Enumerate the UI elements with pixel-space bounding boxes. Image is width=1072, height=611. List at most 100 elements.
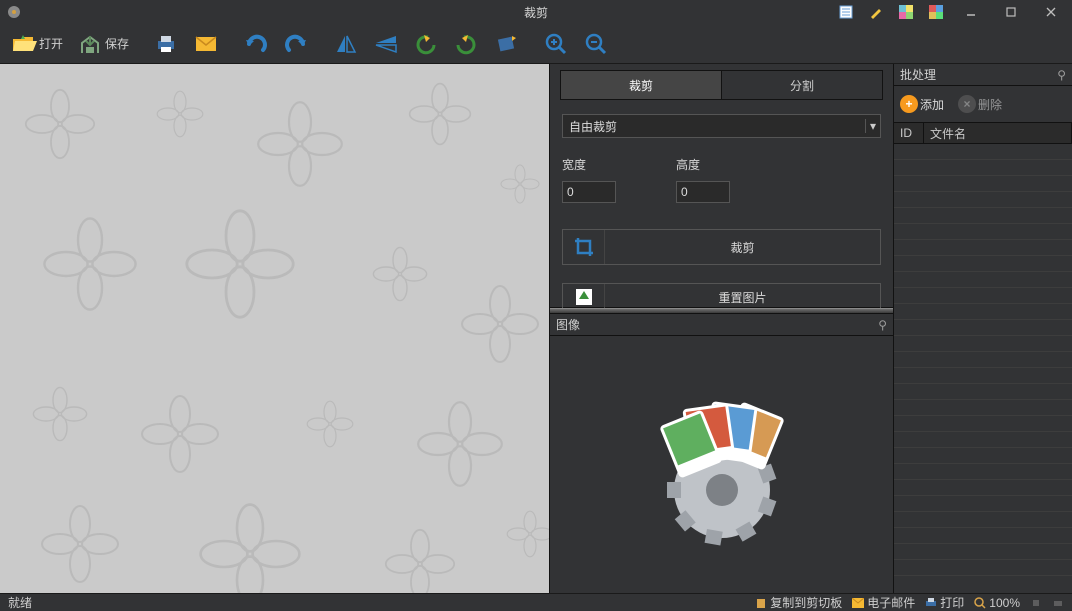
undo-button[interactable] bbox=[238, 28, 274, 60]
crop-mode-value: 自由裁剪 bbox=[569, 118, 617, 135]
rotate-free-icon bbox=[493, 31, 519, 57]
status-bar: 就绪 复制到剪切板 电子邮件 打印 100% bbox=[0, 593, 1072, 611]
status-print-button[interactable]: 打印 bbox=[925, 594, 964, 611]
tab-crop[interactable]: 裁剪 bbox=[561, 71, 722, 99]
status-email-button[interactable]: 电子邮件 bbox=[852, 594, 915, 611]
table-row bbox=[894, 272, 1072, 288]
title-bar: 裁剪 bbox=[0, 0, 1072, 24]
status-zoom-value: 100% bbox=[989, 596, 1020, 610]
image-thumbnail-area[interactable] bbox=[550, 336, 893, 593]
open-label: 打开 bbox=[39, 35, 63, 52]
zoom-in-icon bbox=[543, 31, 569, 57]
batch-add-button[interactable]: + 添加 bbox=[900, 95, 944, 113]
table-row bbox=[894, 480, 1072, 496]
table-row bbox=[894, 384, 1072, 400]
close-button[interactable] bbox=[1038, 3, 1064, 21]
rotate-left-button[interactable] bbox=[408, 28, 444, 60]
zoom-in-button[interactable] bbox=[538, 28, 574, 60]
table-row bbox=[894, 368, 1072, 384]
table-row bbox=[894, 320, 1072, 336]
table-row bbox=[894, 176, 1072, 192]
crop-icon bbox=[563, 230, 605, 264]
maximize-button[interactable] bbox=[998, 3, 1024, 21]
save-button[interactable]: 保存 bbox=[72, 28, 134, 60]
crop-button[interactable]: 裁剪 bbox=[562, 229, 881, 265]
rotate-right-icon bbox=[453, 31, 479, 57]
status-zoom[interactable]: 100% bbox=[974, 596, 1020, 610]
table-row bbox=[894, 496, 1072, 512]
printer-icon bbox=[153, 31, 179, 57]
email-button[interactable] bbox=[188, 28, 224, 60]
image-panel-title: 图像 bbox=[556, 316, 580, 333]
main-toolbar: 打开 保存 bbox=[0, 24, 1072, 64]
status-copy-button[interactable]: 复制到剪切板 bbox=[755, 594, 842, 611]
note-icon[interactable] bbox=[838, 4, 854, 20]
printer-icon bbox=[925, 597, 937, 608]
crop-button-label: 裁剪 bbox=[605, 230, 880, 264]
table-row bbox=[894, 432, 1072, 448]
redo-button[interactable] bbox=[278, 28, 314, 60]
palette-large-icon[interactable] bbox=[928, 4, 944, 20]
table-row bbox=[894, 256, 1072, 272]
table-row bbox=[894, 400, 1072, 416]
crop-panel: 自由裁剪 ▾ 宽度 高度 裁剪 重置图片 bbox=[550, 100, 893, 308]
reset-image-button[interactable]: 重置图片 bbox=[562, 283, 881, 311]
batch-remove-label: 删除 bbox=[978, 96, 1002, 113]
width-input[interactable] bbox=[562, 181, 616, 203]
save-icon bbox=[77, 31, 103, 57]
col-filename[interactable]: 文件名 bbox=[924, 123, 1072, 143]
main-area: 裁剪 分割 自由裁剪 ▾ 宽度 高度 裁剪 bbox=[0, 64, 1072, 593]
pin-icon[interactable]: ⚲ bbox=[1057, 68, 1066, 82]
pin-icon[interactable]: ⚲ bbox=[878, 318, 887, 332]
window-title: 裁剪 bbox=[524, 4, 548, 21]
magnifier-icon bbox=[974, 597, 986, 609]
batch-remove-button[interactable]: × 删除 bbox=[958, 95, 1002, 113]
flip-v-icon bbox=[373, 31, 399, 57]
open-button[interactable]: 打开 bbox=[6, 28, 68, 60]
side-panel: 裁剪 分割 自由裁剪 ▾ 宽度 高度 裁剪 bbox=[549, 64, 894, 593]
batch-table-body[interactable] bbox=[894, 144, 1072, 593]
rotate-free-button[interactable] bbox=[488, 28, 524, 60]
batch-add-label: 添加 bbox=[920, 96, 944, 113]
batch-title: 批处理 bbox=[900, 66, 936, 83]
crop-split-tabs: 裁剪 分割 bbox=[560, 70, 883, 100]
table-row bbox=[894, 512, 1072, 528]
flip-horizontal-button[interactable] bbox=[328, 28, 364, 60]
chevron-down-icon: ▾ bbox=[865, 119, 876, 133]
palette-small-icon[interactable] bbox=[898, 4, 914, 20]
width-label: 宽度 bbox=[562, 156, 616, 173]
pencil-icon[interactable] bbox=[868, 4, 884, 20]
print-button[interactable] bbox=[148, 28, 184, 60]
rotate-right-button[interactable] bbox=[448, 28, 484, 60]
height-input[interactable] bbox=[676, 181, 730, 203]
recycle-icon bbox=[563, 284, 605, 310]
image-panel: 图像 ⚲ bbox=[550, 314, 893, 593]
flip-vertical-button[interactable] bbox=[368, 28, 404, 60]
zoom-out-button[interactable] bbox=[578, 28, 614, 60]
table-row bbox=[894, 544, 1072, 560]
status-extra1[interactable] bbox=[1030, 597, 1042, 609]
zoom-out-icon bbox=[583, 31, 609, 57]
table-row bbox=[894, 416, 1072, 432]
redo-icon bbox=[283, 31, 309, 57]
gear-photos-icon bbox=[632, 380, 812, 550]
table-row bbox=[894, 560, 1072, 576]
tab-split[interactable]: 分割 bbox=[722, 71, 882, 99]
clipboard-icon bbox=[755, 597, 767, 609]
col-id[interactable]: ID bbox=[894, 123, 924, 143]
x-icon: × bbox=[958, 95, 976, 113]
status-copy-label: 复制到剪切板 bbox=[770, 594, 842, 611]
reset-button-label: 重置图片 bbox=[605, 284, 880, 310]
crop-mode-select[interactable]: 自由裁剪 ▾ bbox=[562, 114, 881, 138]
table-row bbox=[894, 208, 1072, 224]
image-canvas[interactable] bbox=[0, 64, 549, 593]
app-icon bbox=[6, 4, 22, 20]
status-extra2[interactable] bbox=[1052, 597, 1064, 609]
table-row bbox=[894, 528, 1072, 544]
table-row bbox=[894, 192, 1072, 208]
table-row bbox=[894, 336, 1072, 352]
status-ready: 就绪 bbox=[8, 594, 32, 611]
plus-icon: + bbox=[900, 95, 918, 113]
minimize-button[interactable] bbox=[958, 3, 984, 21]
table-row bbox=[894, 448, 1072, 464]
